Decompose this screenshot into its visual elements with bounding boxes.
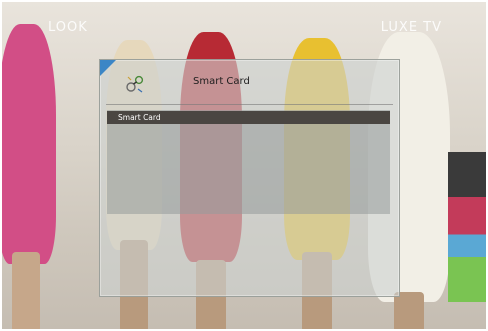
dialog-title: Smart Card	[193, 76, 250, 87]
dialog-title-bar: Smart Card	[100, 60, 399, 104]
glove-stand	[12, 252, 40, 329]
smart-card-icon	[125, 74, 145, 94]
pink-glove	[2, 24, 56, 264]
menu-item-smart-card[interactable]: Smart Card	[107, 111, 390, 124]
title-separator	[106, 104, 393, 105]
glove-stand	[394, 292, 424, 329]
smart-card-dialog: Smart Card Smart Card	[99, 59, 400, 297]
channel-logo-left: LOOK	[48, 20, 88, 35]
channel-logo-right: LUXE TV	[380, 20, 442, 35]
video-background: LOOK LUXE TV Smart Card Smart Card	[2, 2, 486, 329]
stacked-knitwear	[448, 152, 486, 302]
menu-list: Smart Card	[107, 110, 390, 214]
